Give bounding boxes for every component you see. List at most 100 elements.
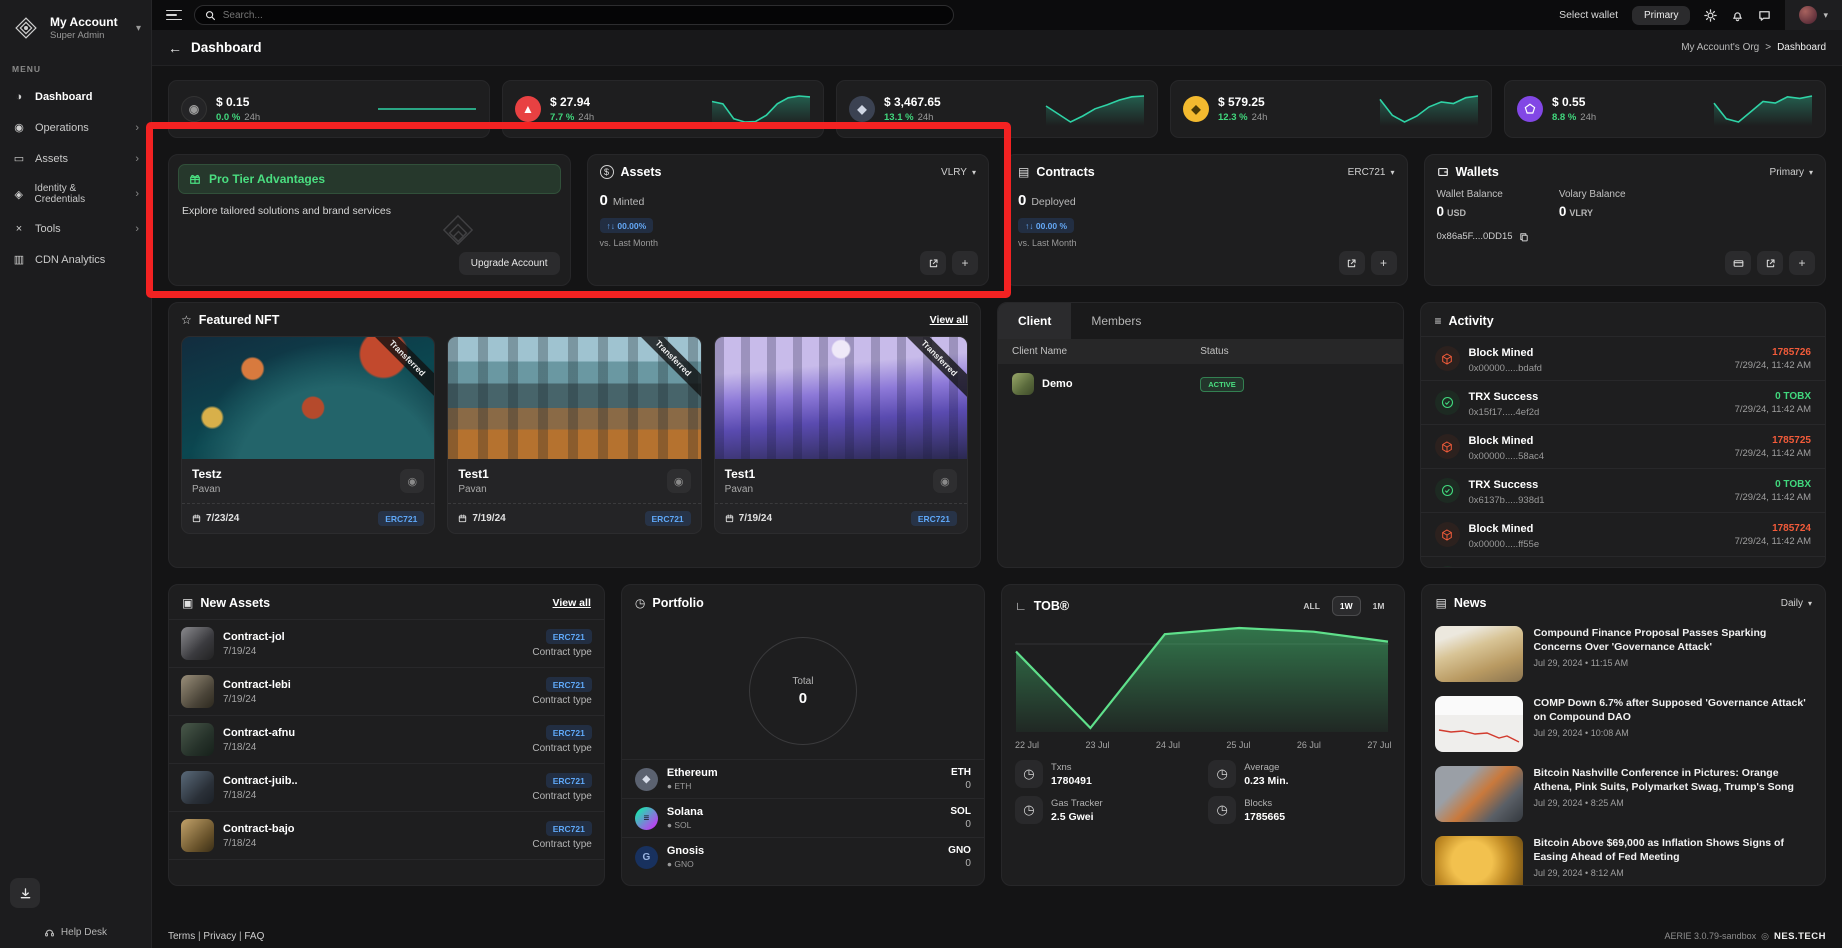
tob-stat-average: ◷ Average0.23 Min. [1208, 760, 1391, 788]
list-item[interactable]: Contract-jol7/19/24 ERC721Contract type [169, 619, 604, 667]
upgrade-account-button[interactable]: Upgrade Account [459, 252, 560, 275]
tab-members[interactable]: Members [1071, 303, 1161, 339]
help-desk-link[interactable]: Help Desk [0, 921, 151, 944]
wallet-card-button[interactable] [1725, 251, 1751, 275]
account-role: Super Admin [50, 30, 118, 41]
user-menu[interactable]: ▾ [1785, 0, 1842, 30]
new-assets-view-all-link[interactable]: View all [553, 597, 591, 609]
portfolio-donut-chart: Total 0 [749, 637, 857, 745]
list-item[interactable]: Contract-juib..7/18/24 ERC721Contract ty… [169, 763, 604, 811]
erc721-badge: ERC721 [546, 773, 592, 788]
ticker-period: 24h [918, 112, 934, 123]
sidebar-item-label: Identity & Credentials [35, 183, 127, 205]
filter-1m[interactable]: 1M [1366, 597, 1392, 615]
sidebar-item-cdn-analytics[interactable]: ▥ CDN Analytics [0, 244, 151, 275]
portfolio-title: Portfolio [652, 596, 703, 610]
select-wallet-label[interactable]: Select wallet [1559, 9, 1618, 21]
list-item[interactable]: Contract-lebi7/19/24 ERC721Contract type [169, 667, 604, 715]
sidebar-item-tools[interactable]: × Tools › [0, 214, 151, 244]
news-item[interactable]: COMP Down 6.7% after Supposed 'Governanc… [1422, 689, 1825, 759]
sparkline-chart [377, 92, 477, 126]
hamburger-menu-icon[interactable] [166, 10, 182, 21]
terms-link[interactable]: Terms [168, 931, 195, 942]
back-button[interactable]: ← [168, 40, 182, 56]
ticker-change: 8.8 % [1552, 112, 1576, 123]
brand-logo-icon: ◎ [1761, 931, 1769, 942]
activity-row[interactable]: Block Mined0x00000.....ff55e 17857247/29… [1421, 512, 1826, 556]
ticker-card-ethereum: ◆ $ 3,467.65 13.1 %24h [836, 80, 1158, 138]
search-bar[interactable] [194, 5, 954, 25]
tob-stat-txns: ◷ Txns1780491 [1015, 760, 1198, 788]
faq-link[interactable]: FAQ [244, 931, 264, 942]
check-circle-icon [1441, 484, 1454, 497]
list-item[interactable]: Contract-bajo7/18/24 ERC721Contract type [169, 811, 604, 859]
nft-card[interactable]: Transferred Testz Pavan ◉ [181, 336, 435, 534]
sidebar-item-dashboard[interactable]: ◑ Dashboard [0, 82, 151, 112]
nft-view-all-link[interactable]: View all [930, 314, 968, 326]
nft-card[interactable]: Transferred Test1 Pavan ◉ [714, 336, 968, 534]
ticker-period: 24h [244, 112, 260, 123]
vs-last-month-label: vs. Last Month [600, 238, 977, 248]
activity-row[interactable]: Block Mined0x00000.....bdafd 17857267/29… [1421, 336, 1826, 380]
assets-export-button[interactable] [920, 251, 946, 275]
primary-wallet-button[interactable]: Primary [1632, 6, 1690, 25]
activity-row[interactable]: Block Mined0x00000.....58ac4 17857257/29… [1421, 424, 1826, 468]
news-item[interactable]: Compound Finance Proposal Passes Sparkin… [1422, 619, 1825, 689]
news-item[interactable]: Bitcoin Above $69,000 as Inflation Shows… [1422, 829, 1825, 886]
dashboard-content: ◉ $ 0.15 0.0 %24h ▲ $ 27.94 7.7 %24h [152, 66, 1842, 924]
client-tabs: Client Members [998, 303, 1403, 339]
filter-all[interactable]: ALL [1296, 597, 1327, 615]
portfolio-row[interactable]: ≡ Solana● SOL SOL0 [622, 798, 984, 837]
account-switcher[interactable]: My Account Super Admin ▾ [0, 0, 151, 58]
pro-tier-header: Pro Tier Advantages [178, 164, 561, 194]
notifications-button[interactable] [1731, 9, 1744, 22]
sparkline-chart [1379, 92, 1479, 126]
news-item[interactable]: Bitcoin Nashville Conference in Pictures… [1422, 759, 1825, 829]
sidebar-item-identity-credentials[interactable]: ◈ Identity & Credentials › [0, 174, 151, 214]
tab-client[interactable]: Client [998, 303, 1071, 339]
activity-row[interactable]: TRX Success0x5e114.....808a4 0 TOBX7/29/… [1421, 556, 1826, 568]
portfolio-row[interactable]: ◆ Ethereum● ETH ETH0 [622, 759, 984, 798]
filter-1w[interactable]: 1W [1332, 596, 1361, 616]
search-input[interactable] [223, 10, 943, 21]
clients-panel: Client Members Client Name Status Demo A… [997, 302, 1404, 568]
activity-row[interactable]: TRX Success0x6137b.....938d1 0 TOBX7/29/… [1421, 468, 1826, 512]
star-icon: ☆ [181, 313, 192, 327]
download-icon [19, 887, 32, 900]
dollar-circle-icon: $ [600, 165, 614, 179]
erc721-badge: ERC721 [546, 677, 592, 692]
list-item[interactable]: Contract-kid ERC721 [169, 859, 604, 867]
plus-icon: + [961, 256, 968, 270]
nft-card[interactable]: Transferred Test1 Pavan ◉ [447, 336, 701, 534]
block-icon [1441, 353, 1453, 365]
contracts-type-dropdown[interactable]: ERC721 ▾ [1348, 167, 1395, 178]
topbar: Select wallet Primary [152, 0, 1842, 30]
breadcrumb-org[interactable]: My Account's Org [1681, 42, 1759, 53]
chart-icon: ∟ [1015, 599, 1027, 613]
portfolio-row[interactable]: G Gnosis● GNO GNO0 [622, 837, 984, 876]
wallet-select-dropdown[interactable]: Primary ▾ [1770, 167, 1813, 178]
sidebar-item-label: Operations [35, 122, 89, 134]
list-item[interactable]: Contract-afnu7/18/24 ERC721Contract type [169, 715, 604, 763]
transferred-ribbon: Transferred [627, 337, 701, 404]
activity-row[interactable]: TRX Success0x15f17.....4ef2d 0 TOBX7/29/… [1421, 380, 1826, 424]
download-button[interactable] [10, 878, 40, 908]
contracts-export-button[interactable] [1339, 251, 1365, 275]
news-frequency-dropdown[interactable]: Daily ▾ [1781, 598, 1812, 609]
transferred-ribbon: Transferred [893, 337, 967, 404]
wallet-add-button[interactable]: + [1789, 251, 1815, 275]
erc721-badge: ERC721 [911, 511, 957, 526]
sidebar-item-operations[interactable]: ◉ Operations › [0, 112, 151, 143]
messages-button[interactable] [1758, 9, 1771, 22]
app-logo-icon [10, 12, 42, 44]
copy-icon[interactable] [1519, 232, 1529, 242]
app-root: My Account Super Admin ▾ MENU ◑ Dashboar… [0, 0, 1842, 948]
assets-token-dropdown[interactable]: VLRY ▾ [941, 167, 976, 178]
sidebar-item-assets[interactable]: ▭ Assets › [0, 143, 151, 174]
theme-toggle-button[interactable] [1704, 9, 1717, 22]
table-row[interactable]: Demo ACTIVE [998, 364, 1403, 404]
privacy-link[interactable]: Privacy [203, 931, 236, 942]
assets-add-button[interactable]: + [952, 251, 978, 275]
wallet-export-button[interactable] [1757, 251, 1783, 275]
contracts-add-button[interactable]: + [1371, 251, 1397, 275]
